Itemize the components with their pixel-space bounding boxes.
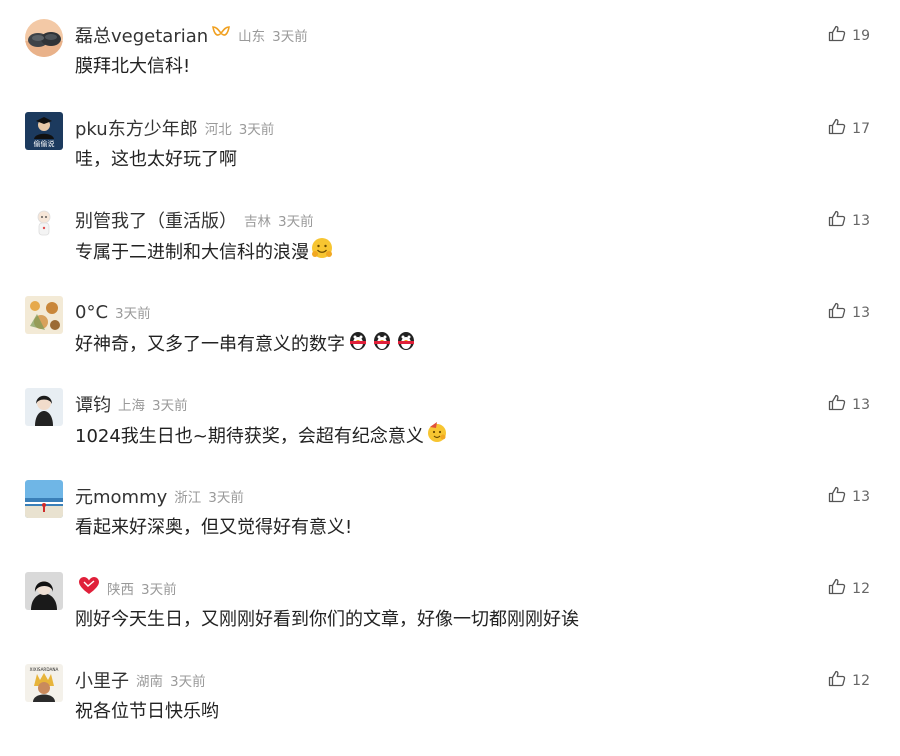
avatar[interactable]: [25, 19, 63, 57]
avatar[interactable]: 偷偷说: [25, 112, 63, 150]
timestamp: 3天前: [278, 214, 314, 230]
timestamp: 3天前: [170, 674, 206, 690]
penguin-emoji-icon: [371, 329, 393, 356]
like-count: 17: [852, 120, 870, 137]
thumbs-up-icon: [828, 394, 846, 415]
region: 陕西: [107, 582, 134, 598]
comment-item: 磊总vegetarian 山东 3天前 膜拜北大信科! 19: [0, 19, 900, 111]
nickname[interactable]: 磊总vegetarian: [75, 22, 208, 48]
region: 湖南: [136, 674, 163, 690]
comment-text: 膜拜北大信科!: [75, 56, 191, 77]
thumbs-up-icon: [828, 25, 846, 46]
timestamp: 3天前: [272, 29, 308, 45]
thumbs-up-icon: [828, 118, 846, 139]
thumbs-up-icon: [828, 302, 846, 323]
comment-item: 元mommy 浙江 3天前 看起来好深奥，但又觉得好有意义! 13: [0, 480, 900, 572]
gold-ribbon-icon: [211, 25, 231, 45]
region: 浙江: [174, 490, 202, 506]
comment-text: 好神奇，又多了一串有意义的数字: [75, 333, 345, 355]
avatar[interactable]: [25, 388, 63, 426]
like-button[interactable]: 17: [828, 118, 870, 139]
like-count: 13: [852, 488, 870, 505]
comment-item: 0°C 3天前 好神奇，又多了一串有意义的数字 13: [0, 296, 900, 388]
nickname[interactable]: 0°C: [75, 302, 108, 323]
comment-text: 祝各位节日快乐哟: [75, 701, 219, 722]
comment-text: 专属于二进制和大信科的浪漫: [75, 241, 309, 263]
timestamp: 3天前: [141, 582, 177, 598]
avatar[interactable]: [25, 572, 63, 610]
comment-text: 刚好今天生日，又刚刚好看到你们的文章，好像一切都刚刚好诶: [75, 609, 579, 630]
avatar[interactable]: [25, 204, 63, 242]
like-count: 19: [852, 27, 870, 44]
like-button[interactable]: 13: [828, 302, 870, 323]
comment-text: 看起来好深奥，但又觉得好有意义!: [75, 517, 353, 538]
like-button[interactable]: 12: [828, 578, 870, 599]
nickname[interactable]: pku东方少年郎: [75, 115, 198, 141]
timestamp: 3天前: [115, 306, 151, 322]
nickname[interactable]: 元mommy: [75, 483, 167, 509]
like-button[interactable]: 19: [828, 25, 870, 46]
thumbs-up-icon: [828, 210, 846, 231]
comment-item: 陕西 3天前 刚好今天生日，又刚刚好看到你们的文章，好像一切都刚刚好诶 12: [0, 572, 900, 664]
like-button[interactable]: 12: [828, 670, 870, 691]
region: 河北: [204, 122, 232, 138]
penguin-emoji-icon: [395, 329, 417, 356]
penguin-emoji-icon: [347, 329, 369, 356]
comment-text: 1024我生日也~期待获奖，会超有纪念意义: [75, 425, 424, 447]
timestamp: 3天前: [208, 490, 244, 506]
region: 吉林: [244, 214, 271, 230]
region: 上海: [118, 398, 145, 414]
like-count: 13: [852, 212, 870, 229]
avatar[interactable]: [25, 296, 63, 334]
like-count: 12: [852, 580, 870, 597]
comment-item: 偷偷说 pku东方少年郎 河北 3天前 哇，这也太好玩了啊 17: [0, 112, 900, 204]
nickname[interactable]: 谭钧: [75, 391, 111, 417]
red-heart-icon: [78, 576, 100, 600]
thumbs-up-icon: [828, 486, 846, 507]
like-count: 12: [852, 672, 870, 689]
comment-item: XIXISARDANA 小里子 湖南 3天前 祝各位节日快乐哟 12: [0, 664, 900, 756]
timestamp: 3天前: [238, 122, 275, 138]
comment-text: 哇，这也太好玩了啊: [75, 149, 237, 170]
like-count: 13: [852, 304, 870, 321]
timestamp: 3天前: [152, 398, 188, 414]
nickname[interactable]: 小里子: [75, 667, 129, 693]
like-button[interactable]: 13: [828, 486, 870, 507]
comment-item: 谭钧 上海 3天前 1024我生日也~期待获奖，会超有纪念意义 13: [0, 388, 900, 480]
like-button[interactable]: 13: [828, 394, 870, 415]
avatar[interactable]: XIXISARDANA: [25, 664, 63, 702]
comment-list: 磊总vegetarian 山东 3天前 膜拜北大信科! 19 偷偷说 pku东方…: [0, 0, 900, 737]
region: 山东: [238, 29, 266, 45]
avatar-text: 偷偷说: [34, 139, 55, 148]
thumbs-up-icon: [828, 578, 846, 599]
like-button[interactable]: 13: [828, 210, 870, 231]
thumbs-up-icon: [828, 670, 846, 691]
avatar[interactable]: [25, 480, 63, 518]
like-count: 13: [852, 396, 870, 413]
party-face-emoji-icon: [426, 421, 448, 448]
avatar-text: XIXISARDANA: [30, 667, 59, 672]
nickname[interactable]: 别管我了（重活版）: [75, 207, 237, 233]
comment-item: 别管我了（重活版） 吉林 3天前 专属于二进制和大信科的浪漫 13: [0, 204, 900, 296]
hugging-face-emoji-icon: [311, 237, 333, 264]
